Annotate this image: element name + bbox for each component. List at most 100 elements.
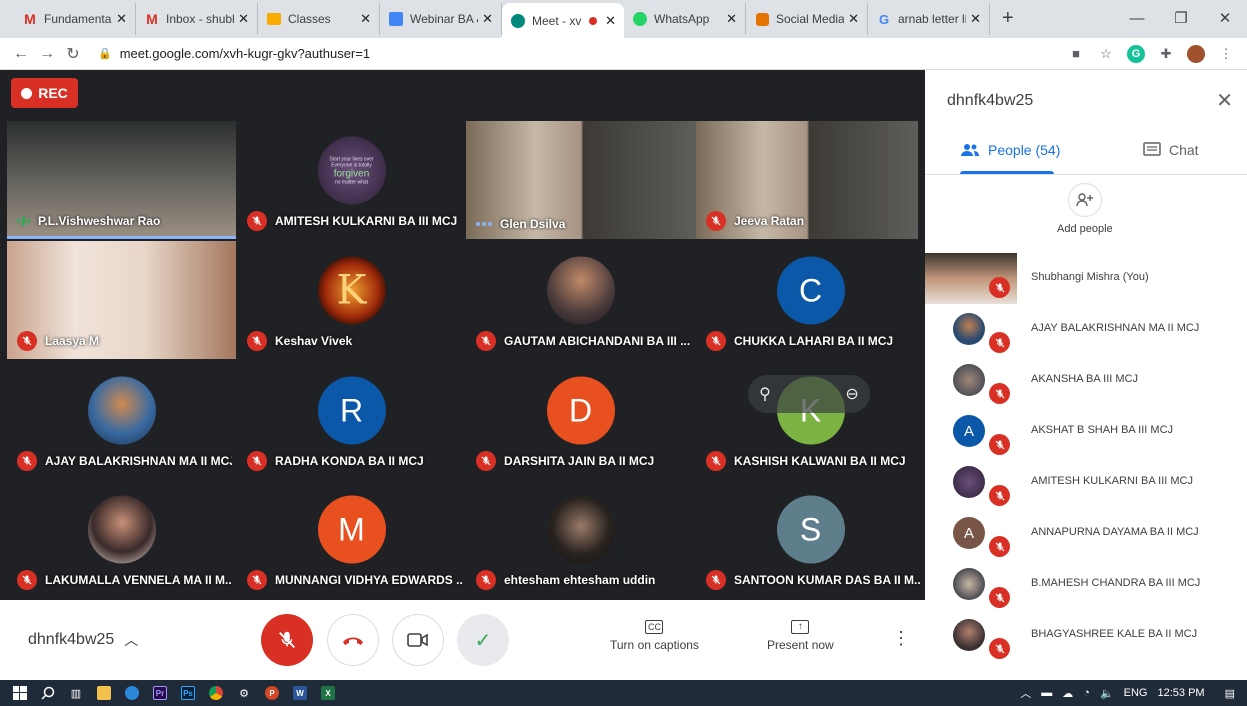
- file-explorer-icon[interactable]: [90, 680, 118, 706]
- participant-tile[interactable]: ehtesham ehtesham uddin: [466, 480, 695, 598]
- avatar-letter: C: [798, 271, 823, 308]
- participant-tile[interactable]: S SANTOON KUMAR DAS BA II M...: [696, 480, 925, 598]
- chrome-icon[interactable]: [202, 680, 230, 706]
- camera-toggle-button[interactable]: [392, 614, 444, 666]
- mic-muted-icon: [989, 277, 1010, 298]
- tab-chat[interactable]: Chat: [1143, 142, 1199, 158]
- browser-tab[interactable]: M Inbox - shubh ✕: [136, 3, 258, 35]
- participant-tile[interactable]: R RADHA KONDA BA II MCJ: [237, 361, 466, 479]
- clock[interactable]: 12:53 PM: [1158, 687, 1205, 699]
- forward-icon[interactable]: →: [34, 45, 60, 63]
- participant-tile[interactable]: K Keshav Vivek: [237, 241, 466, 359]
- participant-tile[interactable]: C CHUKKA LAHARI BA II MCJ: [696, 241, 925, 359]
- meeting-details-toggle[interactable]: dhnfk4bw25 ︿: [28, 630, 138, 650]
- participant-row[interactable]: Shubhangi Mishra (You): [925, 253, 1247, 304]
- participant-tile[interactable]: Jeeva Ratan: [696, 121, 918, 239]
- close-tab-icon[interactable]: ✕: [848, 11, 859, 27]
- edge-icon[interactable]: [118, 680, 146, 706]
- language-indicator[interactable]: ENG: [1124, 687, 1148, 699]
- close-tab-icon[interactable]: ✕: [605, 13, 616, 29]
- more-options-icon[interactable]: ⋮: [892, 628, 910, 649]
- premiere-icon[interactable]: Pr: [146, 680, 174, 706]
- browser-tab[interactable]: Social Media I ✕: [746, 3, 868, 35]
- task-view-icon[interactable]: ▥: [62, 680, 90, 706]
- browser-tab[interactable]: Classes ✕: [258, 3, 380, 35]
- search-icon[interactable]: [34, 680, 62, 706]
- screen: MFundamentals✕MInbox - shubh✕Classes✕Web…: [0, 0, 1247, 706]
- close-tab-icon[interactable]: ✕: [970, 11, 981, 27]
- recording-indicator-icon: [589, 16, 598, 25]
- participant-tile[interactable]: LAKUMALLA VENNELA MA II M...: [7, 480, 236, 598]
- close-tab-icon[interactable]: ✕: [238, 11, 249, 27]
- settings-icon[interactable]: ⚙: [230, 680, 258, 706]
- participant-tile[interactable]: Glen Dsilva: [466, 121, 696, 239]
- present-now-button[interactable]: ↑ Present now: [767, 620, 834, 652]
- close-tab-icon[interactable]: ✕: [116, 11, 127, 27]
- participant-tile[interactable]: P.L.Vishweshwar Rao: [7, 121, 236, 239]
- browser-tab[interactable]: M Fundamentals ✕: [14, 3, 136, 35]
- browser-tab[interactable]: Garnab letter lin ✕: [868, 3, 990, 35]
- grammarly-icon[interactable]: G: [1127, 44, 1145, 63]
- mute-mic-button[interactable]: [261, 614, 313, 666]
- close-tab-icon[interactable]: ✕: [360, 11, 371, 27]
- browser-tab[interactable]: Meet - xv ✕: [502, 3, 624, 38]
- tile-name-row: LAKUMALLA VENNELA MA II M...: [17, 570, 232, 590]
- participant-row[interactable]: A ANNAPURNA DAYAMA BA II MCJ: [925, 508, 1247, 559]
- remove-icon[interactable]: ⊖: [845, 384, 858, 404]
- participant-row[interactable]: BHAGYASHREE KALE BA II MCJ: [925, 610, 1247, 661]
- back-icon[interactable]: ←: [8, 45, 34, 63]
- close-window-icon[interactable]: ✕: [1203, 9, 1247, 27]
- browser-menu-icon[interactable]: ⋮: [1217, 45, 1235, 63]
- participant-tile[interactable]: K⚲⊖KASHISH KALWANI BA II MCJ: [696, 361, 925, 479]
- participant-tile[interactable]: M MUNNANGI VIDHYA EDWARDS ...: [237, 480, 466, 598]
- windows-start-icon[interactable]: [6, 680, 34, 706]
- participant-row[interactable]: AJAY BALAKRISHNAN MA II MCJ: [925, 304, 1247, 355]
- participant-row[interactable]: A AKSHAT B SHAH BA III MCJ: [925, 406, 1247, 457]
- word-icon[interactable]: W: [286, 680, 314, 706]
- meet-icon: [510, 13, 526, 29]
- gmail-icon: M: [24, 11, 36, 27]
- browser-tab[interactable]: WhatsApp ✕: [624, 3, 746, 35]
- pin-icon[interactable]: ⚲: [759, 384, 771, 404]
- powerpoint-icon[interactable]: P: [258, 680, 286, 706]
- captions-button[interactable]: CC Turn on captions: [610, 620, 699, 652]
- participant-row[interactable]: B.MAHESH CHANDRA BA III MCJ: [925, 559, 1247, 610]
- recording-badge[interactable]: REC: [11, 78, 78, 108]
- volume-icon[interactable]: 🔈: [1100, 687, 1114, 700]
- maximize-icon[interactable]: ❐: [1159, 9, 1203, 27]
- participant-row[interactable]: AMITESH KULKARNI BA III MCJ: [925, 457, 1247, 508]
- close-tab-icon[interactable]: ✕: [726, 11, 737, 27]
- browser-tab[interactable]: Webinar BA & ✕: [380, 3, 502, 35]
- url-field[interactable]: 🔒 meet.google.com/xvh-kugr-gkv?authuser=…: [98, 42, 1067, 66]
- network-icon[interactable]: ▬: [1041, 687, 1052, 699]
- camera-icon[interactable]: ■: [1067, 45, 1085, 63]
- profile-avatar[interactable]: [1187, 44, 1205, 63]
- close-tab-icon[interactable]: ✕: [482, 11, 493, 27]
- new-tab-button[interactable]: +: [990, 3, 1026, 35]
- chevron-up-tray-icon[interactable]: ︿: [1020, 685, 1031, 701]
- onedrive-icon[interactable]: ☁: [1062, 687, 1073, 700]
- chevron-up-icon: ︿: [124, 632, 139, 648]
- extensions-puzzle-icon[interactable]: ✚: [1157, 45, 1175, 63]
- mic-off-icon: [279, 631, 295, 648]
- excel-icon[interactable]: X: [314, 680, 342, 706]
- notifications-icon[interactable]: ▤: [1225, 687, 1235, 700]
- wifi-icon[interactable]: ◔: [1083, 687, 1090, 699]
- photoshop-icon[interactable]: Ps: [174, 680, 202, 706]
- participant-tile[interactable]: Start your lives over Everyone is totally…: [237, 121, 466, 239]
- tab-people[interactable]: People (54): [960, 142, 1060, 158]
- reload-icon[interactable]: ↻: [60, 44, 86, 64]
- add-people-button[interactable]: Add people: [1057, 183, 1113, 235]
- participant-tile[interactable]: AJAY BALAKRISHNAN MA II MCJ: [7, 361, 236, 479]
- extensions: ■ ☆ G ✚ ⋮: [1067, 44, 1235, 63]
- minimize-icon[interactable]: —: [1115, 10, 1159, 27]
- participant-row[interactable]: AKANSHA BA III MCJ: [925, 355, 1247, 406]
- participant-tile[interactable]: Laasya M: [7, 241, 236, 359]
- leave-call-button[interactable]: [327, 614, 379, 666]
- grammarly-check-button[interactable]: ✓: [457, 614, 509, 666]
- participant-avatar: M: [317, 495, 386, 564]
- bookmark-star-icon[interactable]: ☆: [1097, 45, 1115, 63]
- participant-tile[interactable]: D DARSHITA JAIN BA II MCJ: [466, 361, 695, 479]
- participant-tile[interactable]: GAUTAM ABICHANDANI BA III ...: [466, 241, 695, 359]
- close-panel-icon[interactable]: ✕: [1216, 88, 1233, 113]
